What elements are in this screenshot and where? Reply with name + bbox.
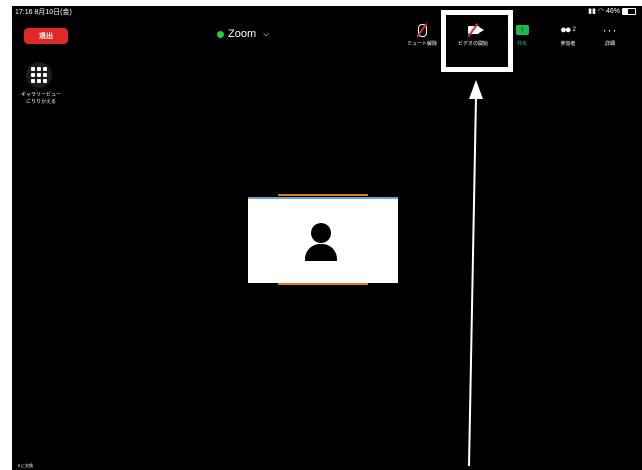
annotation-arrow [468, 80, 483, 467]
